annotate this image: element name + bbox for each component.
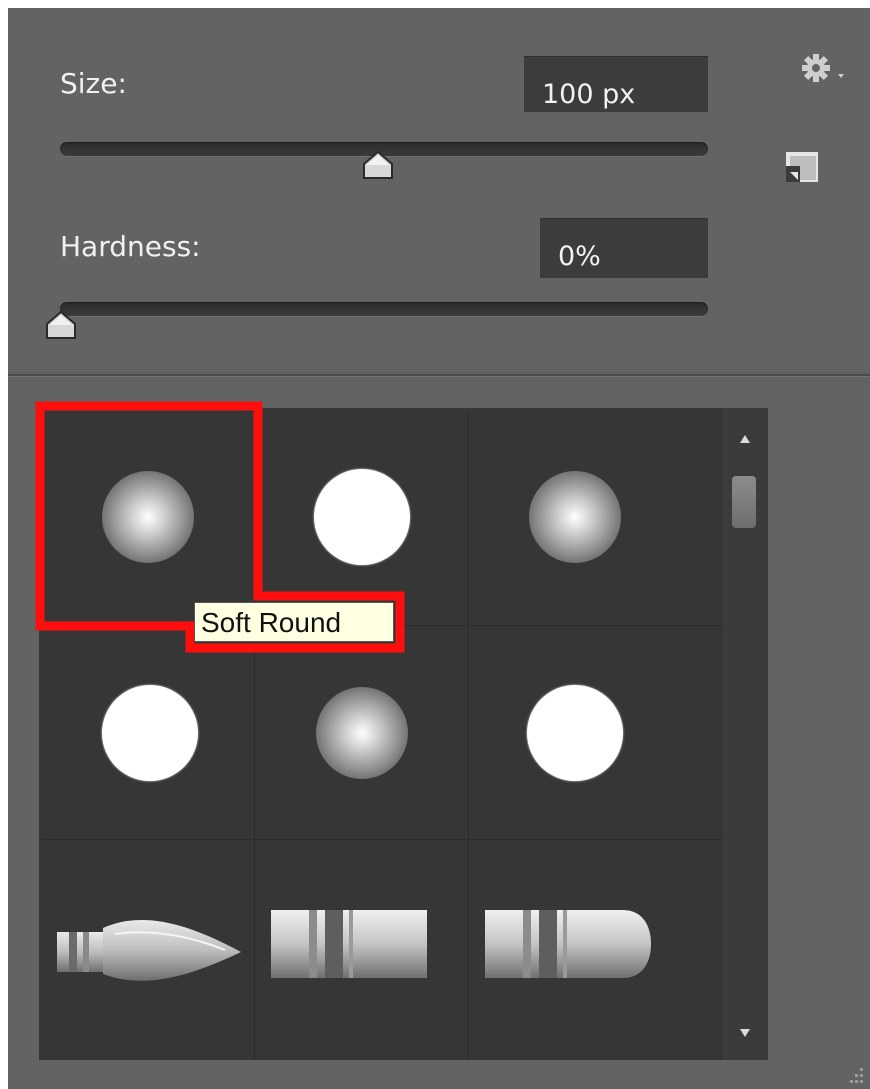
highlight-annotation <box>35 401 405 653</box>
preset-tooltip: Soft Round <box>194 602 394 642</box>
resize-grip-icon[interactable] <box>846 1066 866 1086</box>
